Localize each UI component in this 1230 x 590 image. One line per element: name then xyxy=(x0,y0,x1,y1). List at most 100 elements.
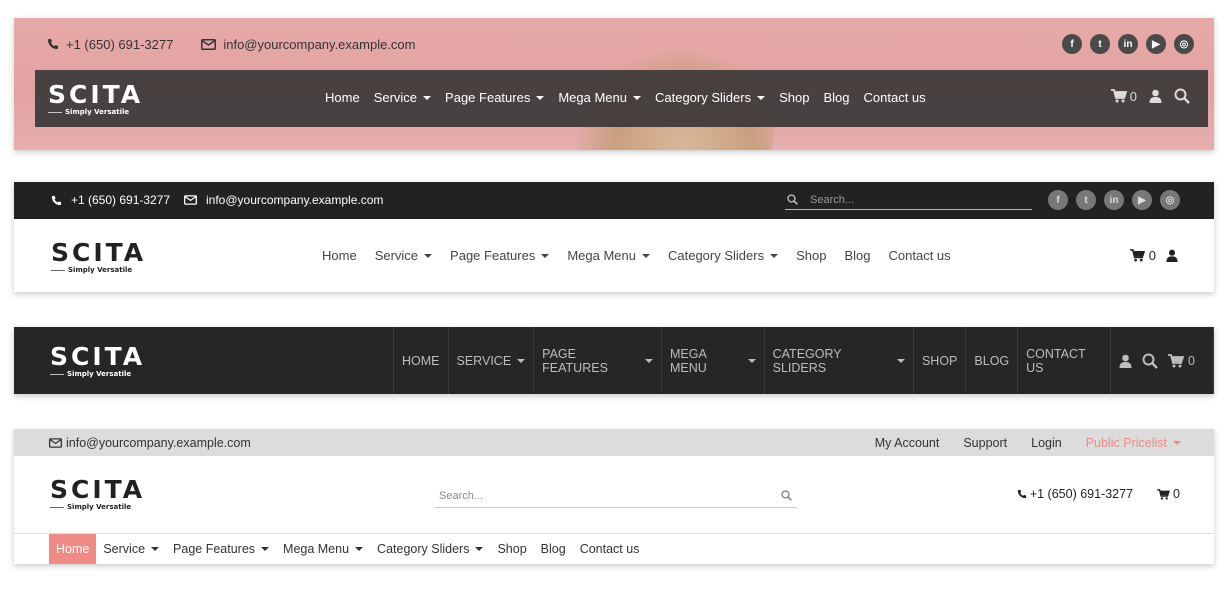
support-link[interactable]: Support xyxy=(963,436,1007,450)
brand-tagline: Simply Versatile xyxy=(51,267,132,274)
brand-logo[interactable]: SCITA Simply Versatile xyxy=(51,240,146,274)
twitter-icon[interactable]: t xyxy=(1076,190,1096,210)
caret-down-icon xyxy=(475,547,484,551)
menu-item-page-features[interactable]: Page Features xyxy=(173,542,270,556)
menu-item-service[interactable]: Service xyxy=(375,248,433,263)
menu-item-mega-menu[interactable]: Mega Menu xyxy=(567,248,650,263)
menu-item-blog[interactable]: Blog xyxy=(541,542,566,556)
topbar-phone[interactable]: +1 (650) 691-3277 xyxy=(47,37,173,52)
brand-name: SCITA xyxy=(48,80,144,109)
menu-item-shop[interactable]: Shop xyxy=(779,90,809,105)
menu-item-category-sliders[interactable]: CATEGORY SLIDERS xyxy=(763,327,913,394)
search-icon[interactable] xyxy=(1142,353,1158,369)
user-icon[interactable] xyxy=(1166,249,1178,262)
topbar-email[interactable]: info@yourcompany.example.com xyxy=(201,36,416,52)
topbar-phone[interactable]: +1 (650) 691-3277 xyxy=(51,193,170,207)
social-links: f t in ▶ ◎ xyxy=(1054,34,1194,54)
brand-logo[interactable]: SCITA Simply Versatile xyxy=(50,477,145,511)
search-icon[interactable] xyxy=(781,490,792,501)
facebook-icon[interactable]: f xyxy=(1062,34,1082,54)
header-variant-4: info@yourcompany.example.com My Account … xyxy=(14,429,1214,564)
caret-down-icon xyxy=(536,95,545,100)
youtube-icon[interactable]: ▶ xyxy=(1146,34,1166,54)
header-variant-2: +1 (650) 691-3277 info@yourcompany.examp… xyxy=(14,182,1214,292)
search-placeholder: Search... xyxy=(810,193,855,206)
linkedin-icon[interactable]: in xyxy=(1104,190,1124,210)
social-links: f t in ▶ ◎ xyxy=(1040,190,1180,210)
menu-item-page-features[interactable]: PAGE FEATURES xyxy=(533,327,661,394)
phone-icon xyxy=(1017,489,1026,499)
header-phone[interactable]: +1 (650) 691-3277 xyxy=(1017,487,1133,501)
login-link[interactable]: Login xyxy=(1031,436,1062,450)
menu-item-category-sliders[interactable]: Category Sliders xyxy=(655,90,766,105)
envelope-icon xyxy=(201,38,217,50)
cart-icon xyxy=(1157,488,1171,500)
menu-item-shop[interactable]: Shop xyxy=(497,542,526,556)
cart-button[interactable]: 0 xyxy=(1110,88,1137,104)
menu-item-mega-menu[interactable]: Mega Menu xyxy=(283,542,364,556)
search-icon[interactable] xyxy=(1174,88,1190,104)
menu-item-contact-us[interactable]: Contact us xyxy=(889,248,951,263)
menu-item-service[interactable]: SERVICE xyxy=(447,327,534,394)
cart-count: 0 xyxy=(1129,88,1137,104)
menu-item-blog[interactable]: Blog xyxy=(844,248,870,263)
menu-item-mega-menu[interactable]: Mega Menu xyxy=(558,90,641,105)
brand-logo[interactable]: SCITA Simply Versatile xyxy=(50,344,145,378)
menu-item-home[interactable]: HOME xyxy=(393,327,448,394)
my-account-link[interactable]: My Account xyxy=(875,436,940,450)
caret-down-icon xyxy=(747,358,756,363)
menu-item-page-features[interactable]: Page Features xyxy=(450,248,550,263)
menu-item-shop[interactable]: Shop xyxy=(796,248,826,263)
menu-item-contact-us[interactable]: Contact us xyxy=(580,542,640,556)
cart-button[interactable]: 0 xyxy=(1168,354,1195,368)
facebook-icon[interactable]: f xyxy=(1048,190,1068,210)
topbar-email[interactable]: info@yourcompany.example.com xyxy=(184,193,383,207)
menu-item-blog[interactable]: BLOG xyxy=(965,327,1017,394)
phone-text: +1 (650) 691-3277 xyxy=(66,36,174,52)
cart-icon xyxy=(1110,89,1127,103)
user-icon[interactable] xyxy=(1149,89,1162,103)
instagram-icon[interactable]: ◎ xyxy=(1174,34,1194,54)
header-variant-1: +1 (650) 691-3277 info@yourcompany.examp… xyxy=(14,18,1214,150)
phone-text: +1 (650) 691-3277 xyxy=(1029,487,1134,501)
brand-name: SCITA xyxy=(51,238,147,267)
menu-item-category-sliders[interactable]: Category Sliders xyxy=(377,542,484,556)
menu-item-home[interactable]: Home xyxy=(49,534,97,564)
brand-tagline: Simply Versatile xyxy=(50,371,131,378)
brand-tagline: Simply Versatile xyxy=(50,504,131,511)
menu-item-home[interactable]: Home xyxy=(325,90,360,105)
account-links: My Account Support Login Public Pricelis… xyxy=(851,436,1181,450)
menu-item-category-sliders[interactable]: Category Sliders xyxy=(668,248,779,263)
menu-item-shop[interactable]: SHOP xyxy=(912,327,965,394)
twitter-icon[interactable]: t xyxy=(1090,34,1110,54)
caret-down-icon xyxy=(541,253,550,258)
primary-menu: Home Service Page Features Mega Menu Cat… xyxy=(325,90,940,105)
linkedin-icon[interactable]: in xyxy=(1118,34,1138,54)
caret-down-icon xyxy=(757,95,766,100)
menu-item-contact-us[interactable]: CONTACT US xyxy=(1017,327,1110,394)
menu-item-blog[interactable]: Blog xyxy=(823,90,849,105)
menu-item-page-features[interactable]: Page Features xyxy=(445,90,545,105)
pricelist-dropdown[interactable]: Public Pricelist xyxy=(1086,436,1181,450)
menu-item-service[interactable]: Service xyxy=(103,542,160,556)
header-tools: 0 xyxy=(1110,327,1214,394)
cart-button[interactable]: 0 xyxy=(1129,248,1156,263)
youtube-icon[interactable]: ▶ xyxy=(1132,190,1152,210)
primary-menu: HOME SERVICE PAGE FEATURES MEGA MENU CAT… xyxy=(393,327,1214,394)
topbar: +1 (650) 691-3277 info@yourcompany.examp… xyxy=(47,33,1194,55)
menu-item-contact-us[interactable]: Contact us xyxy=(864,90,926,105)
caret-down-icon xyxy=(517,358,526,363)
caret-down-icon xyxy=(1173,441,1181,445)
user-icon[interactable] xyxy=(1119,354,1132,368)
menu-item-service[interactable]: Service xyxy=(374,90,432,105)
search-input[interactable]: Search... xyxy=(434,484,797,508)
brand-logo[interactable]: SCITA Simply Versatile xyxy=(48,82,143,116)
menu-item-mega-menu[interactable]: MEGA MENU xyxy=(661,327,764,394)
cart-button[interactable]: 0 xyxy=(1157,487,1180,501)
topbar-email[interactable]: info@yourcompany.example.com xyxy=(49,436,251,450)
email-text: info@yourcompany.example.com xyxy=(223,36,416,52)
menu-item-home[interactable]: Home xyxy=(322,248,357,263)
envelope-icon xyxy=(49,438,62,448)
search-input[interactable]: Search... xyxy=(785,190,1032,210)
instagram-icon[interactable]: ◎ xyxy=(1160,190,1180,210)
